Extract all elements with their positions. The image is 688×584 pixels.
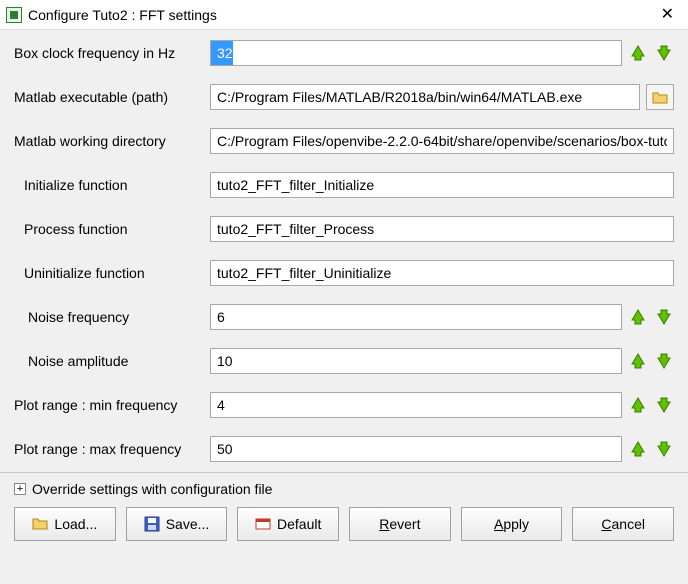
apply-button[interactable]: Apply bbox=[461, 507, 563, 541]
input-noise-freq[interactable] bbox=[210, 304, 622, 330]
input-init-fn[interactable] bbox=[210, 172, 674, 198]
arrow-down-icon[interactable] bbox=[654, 395, 674, 415]
browse-button[interactable] bbox=[646, 84, 674, 110]
row-box-clock: Box clock frequency in Hz bbox=[14, 40, 674, 66]
label-noise-amp: Noise amplitude bbox=[14, 353, 204, 369]
folder-icon bbox=[32, 516, 48, 532]
app-icon bbox=[6, 7, 22, 23]
default-icon bbox=[255, 516, 271, 532]
default-label: Default bbox=[277, 516, 321, 532]
input-noise-amp[interactable] bbox=[210, 348, 622, 374]
save-button[interactable]: Save... bbox=[126, 507, 228, 541]
close-icon[interactable]: ✕ bbox=[655, 3, 680, 27]
input-box-clock[interactable] bbox=[210, 40, 622, 66]
row-init-fn: Initialize function bbox=[14, 172, 674, 198]
cancel-label: Cancel bbox=[601, 516, 645, 532]
arrow-up-icon[interactable] bbox=[628, 439, 648, 459]
cancel-button[interactable]: Cancel bbox=[572, 507, 674, 541]
label-uninit-fn: Uninitialize function bbox=[14, 265, 204, 281]
button-row: Load... Save... Default Revert Apply Can… bbox=[0, 507, 688, 553]
load-button[interactable]: Load... bbox=[14, 507, 116, 541]
arrow-up-icon[interactable] bbox=[628, 395, 648, 415]
label-proc-fn: Process function bbox=[14, 221, 204, 237]
input-matlab-wd[interactable] bbox=[210, 128, 674, 154]
row-plot-max: Plot range : max frequency bbox=[14, 436, 674, 462]
arrow-up-icon[interactable] bbox=[628, 307, 648, 327]
arrow-down-icon[interactable] bbox=[654, 439, 674, 459]
input-uninit-fn[interactable] bbox=[210, 260, 674, 286]
override-row: + Override settings with configuration f… bbox=[0, 473, 688, 507]
apply-label: Apply bbox=[494, 516, 529, 532]
input-matlab-exe[interactable] bbox=[210, 84, 640, 110]
titlebar: Configure Tuto2 : FFT settings ✕ bbox=[0, 0, 688, 30]
arrow-down-icon[interactable] bbox=[654, 351, 674, 371]
label-matlab-wd: Matlab working directory bbox=[14, 133, 204, 149]
label-noise-freq: Noise frequency bbox=[14, 309, 204, 325]
row-noise-freq: Noise frequency bbox=[14, 304, 674, 330]
arrow-down-icon[interactable] bbox=[654, 307, 674, 327]
row-noise-amp: Noise amplitude bbox=[14, 348, 674, 374]
row-uninit-fn: Uninitialize function bbox=[14, 260, 674, 286]
expander-icon[interactable]: + bbox=[14, 483, 26, 495]
input-plot-max[interactable] bbox=[210, 436, 622, 462]
input-plot-min[interactable] bbox=[210, 392, 622, 418]
save-label: Save... bbox=[166, 516, 210, 532]
arrow-up-icon[interactable] bbox=[628, 351, 648, 371]
label-plot-max: Plot range : max frequency bbox=[14, 441, 204, 457]
arrow-down-icon[interactable] bbox=[654, 43, 674, 63]
default-button[interactable]: Default bbox=[237, 507, 339, 541]
label-matlab-exe: Matlab executable (path) bbox=[14, 89, 204, 105]
row-proc-fn: Process function bbox=[14, 216, 674, 242]
row-matlab-wd: Matlab working directory bbox=[14, 128, 674, 154]
row-matlab-exe: Matlab executable (path) bbox=[14, 84, 674, 110]
save-icon bbox=[144, 516, 160, 532]
input-proc-fn[interactable] bbox=[210, 216, 674, 242]
revert-button[interactable]: Revert bbox=[349, 507, 451, 541]
row-plot-min: Plot range : min frequency bbox=[14, 392, 674, 418]
revert-label: Revert bbox=[379, 516, 420, 532]
settings-form: Box clock frequency in Hz Matlab executa… bbox=[0, 30, 688, 466]
label-plot-min: Plot range : min frequency bbox=[14, 397, 204, 413]
override-label: Override settings with configuration fil… bbox=[32, 481, 272, 497]
label-box-clock: Box clock frequency in Hz bbox=[14, 45, 204, 61]
load-label: Load... bbox=[54, 516, 97, 532]
label-init-fn: Initialize function bbox=[14, 177, 204, 193]
arrow-up-icon[interactable] bbox=[628, 43, 648, 63]
window-title: Configure Tuto2 : FFT settings bbox=[28, 7, 217, 23]
